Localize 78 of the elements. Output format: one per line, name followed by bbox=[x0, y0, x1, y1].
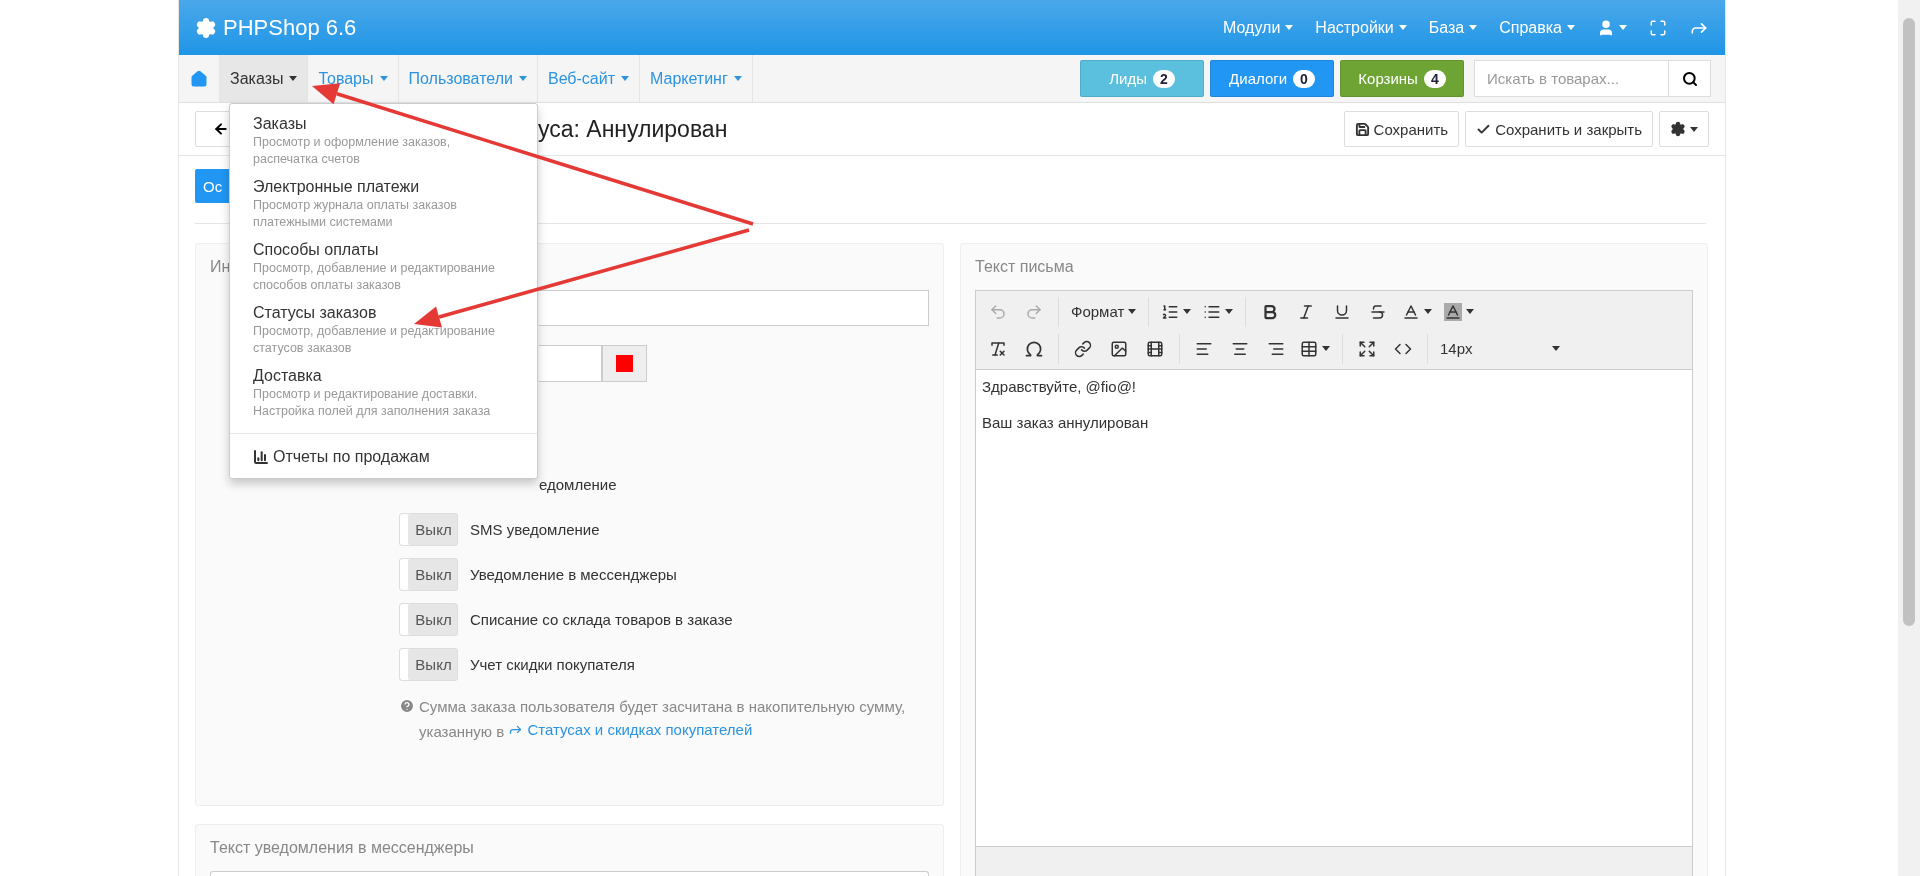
editor-body[interactable]: Здравствуйте, @fio@! Ваш заказ аннулирован bbox=[976, 370, 1692, 846]
caret-icon bbox=[1322, 346, 1330, 351]
page-title: уса: Аннулирован bbox=[538, 115, 728, 143]
nav-tab[interactable]: Заказы bbox=[220, 55, 309, 102]
highlight-icon bbox=[1444, 302, 1463, 321]
menu-item[interactable]: Доставка Просмотр и редактирование доставки. Настройка полей для заполнения заказа bbox=[230, 362, 537, 425]
save-button[interactable]: Сохранить bbox=[1343, 111, 1460, 147]
count-badge: 4 bbox=[1423, 69, 1446, 88]
caret-icon bbox=[289, 76, 298, 81]
fullscreen-icon bbox=[1358, 339, 1376, 358]
caret-icon bbox=[1183, 309, 1192, 314]
toggle-label: SMS уведомление bbox=[470, 521, 600, 538]
toggle-switch[interactable]: Выкл bbox=[399, 513, 458, 546]
caret-icon bbox=[1225, 309, 1234, 314]
counter-button[interactable]: Диалоги 0 bbox=[1210, 60, 1334, 97]
color-field[interactable] bbox=[539, 345, 602, 382]
help-icon bbox=[399, 698, 415, 714]
caret-icon bbox=[1398, 25, 1407, 30]
fullscreen-icon bbox=[1649, 18, 1667, 37]
paragraph: Здравствуйте, @fio@! bbox=[982, 378, 1137, 395]
redo-icon bbox=[1025, 302, 1043, 321]
search-button[interactable] bbox=[1669, 60, 1711, 97]
panel-title: Ин bbox=[210, 258, 231, 276]
paragraph: Ваш заказ аннулирован bbox=[982, 414, 1149, 431]
caret-icon bbox=[1567, 25, 1575, 30]
clear-format-icon bbox=[989, 339, 1007, 358]
save-button[interactable]: Сохранить и закрыть bbox=[1465, 111, 1653, 147]
menu-item[interactable]: Заказы Просмотр и оформление заказов, распечатка счетов bbox=[230, 110, 537, 173]
count-badge: 2 bbox=[1153, 69, 1175, 88]
counter-button[interactable]: Лиды 2 bbox=[1080, 60, 1204, 97]
menu-item[interactable]: Отчеты по продажам bbox=[230, 442, 537, 478]
caret-icon bbox=[1552, 346, 1560, 351]
caret-icon bbox=[379, 76, 388, 81]
underline-icon bbox=[1333, 302, 1352, 321]
toggle-switch[interactable]: Выкл bbox=[399, 603, 458, 636]
input-field[interactable] bbox=[539, 290, 929, 326]
toggle-label: Уведомление в мессенджеры bbox=[470, 566, 677, 583]
user-menu-button[interactable] bbox=[1597, 18, 1627, 37]
link-icon bbox=[1074, 339, 1092, 358]
panel-title: Текст уведомления в мессенджеры bbox=[210, 839, 474, 857]
menu-item[interactable]: Статусы заказов Просмотр, добавление и редактирование статусов заказов bbox=[230, 299, 537, 362]
caret-icon bbox=[1690, 126, 1698, 132]
counter-button[interactable]: Корзины 4 bbox=[1340, 60, 1464, 97]
caret-icon bbox=[518, 76, 527, 81]
caret-icon bbox=[1424, 309, 1433, 314]
caret-icon bbox=[1128, 309, 1137, 314]
count-badge: 0 bbox=[1293, 69, 1315, 88]
menu-item[interactable]: Электронные платежи Просмотр журнала оплаты заказов платежными системами bbox=[230, 173, 537, 236]
toggle-label: едомление bbox=[539, 475, 617, 495]
menu-item[interactable]: Способы оплаты Просмотр, добавление и редактирование способов оплаты заказов bbox=[230, 236, 537, 299]
toggle-label: Списание со склада товаров в заказе bbox=[470, 611, 733, 628]
search-icon bbox=[1681, 70, 1698, 87]
caret-icon bbox=[1466, 309, 1475, 314]
settings-button[interactable] bbox=[1659, 111, 1709, 147]
search-field[interactable]: Искать в товарах... bbox=[1474, 60, 1669, 97]
color-swatch-button[interactable] bbox=[602, 345, 647, 382]
table-icon bbox=[1300, 339, 1318, 358]
caret-icon bbox=[1469, 25, 1478, 30]
user-icon bbox=[1597, 18, 1615, 37]
toggle-switch[interactable]: Выкл bbox=[399, 558, 458, 591]
caret-icon bbox=[1619, 25, 1627, 30]
undo-icon bbox=[989, 302, 1007, 321]
text-color-icon bbox=[1402, 302, 1421, 321]
font-size-dropdown[interactable]: 14px bbox=[1434, 332, 1566, 365]
home-icon bbox=[190, 69, 208, 88]
film-icon bbox=[1146, 339, 1164, 358]
strikethrough-icon bbox=[1369, 302, 1388, 321]
caret-icon bbox=[733, 76, 742, 81]
help-text: Сумма заказа пользователя будет засчитана в накопительную сумму, указанную в Статусах и скидках покупателей bbox=[419, 697, 907, 743]
toggle-switch[interactable]: Выкл bbox=[399, 648, 458, 681]
format-dropdown[interactable]: Формат bbox=[1065, 295, 1143, 328]
panel-title: Текст письма bbox=[975, 258, 1074, 276]
numbered-list-icon bbox=[1161, 302, 1180, 321]
caret-icon bbox=[621, 76, 629, 81]
toggle-label: Учет скидки покупателя bbox=[470, 656, 635, 673]
caret-icon bbox=[1285, 25, 1294, 30]
bar-chart-icon bbox=[253, 449, 269, 465]
image-icon bbox=[1110, 339, 1128, 358]
